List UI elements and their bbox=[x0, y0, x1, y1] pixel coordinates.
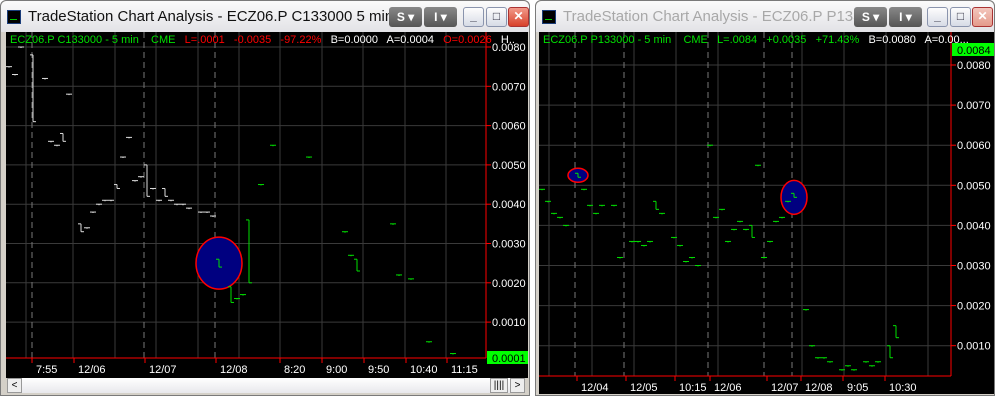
horizontal-scrollbar[interactable]: < |||| > bbox=[7, 378, 525, 393]
high-price-truncated: H.. bbox=[500, 34, 515, 46]
time-axis-label: 11:15 bbox=[451, 364, 478, 376]
time-axis-label: 12/04 bbox=[581, 382, 609, 394]
last-price-label: 0.0084 bbox=[957, 45, 991, 57]
price-axis-label: 0.0030 bbox=[492, 239, 526, 251]
maximize-button[interactable]: □ bbox=[486, 7, 507, 27]
last-price: L=.0084 bbox=[717, 34, 758, 46]
scroll-thumb[interactable]: |||| bbox=[490, 378, 508, 393]
s-dropdown-button[interactable]: S ▾ bbox=[389, 7, 422, 27]
title-bar[interactable]: TradeStation Chart Analysis - ECZ06.P P1… bbox=[536, 1, 994, 32]
scroll-right-button[interactable]: > bbox=[510, 378, 525, 393]
i-dropdown-button[interactable]: I ▾ bbox=[889, 7, 922, 27]
time-axis-label: 7:55 bbox=[36, 364, 57, 376]
ask-price: A=0.0004 bbox=[386, 34, 434, 46]
time-axis-label: 12/08 bbox=[220, 364, 248, 376]
right-chart-canvas[interactable]: 0.0080 0.0070 0.0060 0.0050 0.0040 0.0030 0.00… bbox=[539, 32, 994, 394]
price-axis-label: 0.0020 bbox=[492, 278, 526, 290]
symbol-header: ECZ06.P C133000 - 5 min CME L=.0001 -0.0… bbox=[10, 34, 515, 46]
time-axis-label: 10:15 bbox=[679, 382, 707, 394]
price-axis-label: 0.0010 bbox=[492, 317, 526, 329]
price-axis-label: 0.0010 bbox=[957, 341, 991, 353]
i-dropdown-button[interactable]: I ▾ bbox=[424, 7, 457, 27]
bid-price: B=0.0000 bbox=[330, 34, 378, 46]
ask-price: A=0.00... bbox=[924, 34, 969, 46]
percent-change: -97.22% bbox=[280, 34, 322, 46]
price-axis-label: 0.0040 bbox=[957, 220, 991, 232]
left-chart-canvas[interactable]: 0.00800.00700.00600.00500.00400.00300.00… bbox=[6, 32, 528, 378]
price-axis-label: 0.0060 bbox=[957, 140, 991, 152]
time-axis-label: 12/08 bbox=[805, 382, 833, 394]
time-axis-label: 10:40 bbox=[410, 364, 438, 376]
right-price-chart[interactable]: 0.0080 0.0070 0.0060 0.0050 0.0040 0.0030 0.00… bbox=[539, 32, 994, 394]
exchange-label: CME bbox=[683, 34, 708, 46]
time-axis-label: 12/07 bbox=[771, 382, 799, 394]
net-change: -0.0035 bbox=[233, 34, 272, 46]
price-axis-label: 0.0070 bbox=[957, 100, 991, 112]
price-axis-label: 0.0080 bbox=[957, 60, 991, 72]
time-axis-label: 9:00 bbox=[326, 364, 347, 376]
close-button[interactable]: ✕ bbox=[972, 7, 993, 27]
price-axis-label: 0.0020 bbox=[957, 301, 991, 313]
symbol-label: ECZ06.P C133000 - 5 min bbox=[10, 34, 139, 46]
time-axis-label: 12/05 bbox=[630, 382, 658, 394]
chart-app-icon bbox=[7, 9, 21, 24]
price-axis-label: 0.0050 bbox=[492, 160, 526, 172]
symbol-header: ECZ06.P P133000 - 5 min CME L=.0084 +0.0… bbox=[543, 34, 969, 46]
open-price: O=0.0026 bbox=[443, 34, 492, 46]
window-title: TradeStation Chart Analysis - ECZ06.P C1… bbox=[28, 8, 410, 25]
left-price-chart[interactable]: 0.0080 0.0070 0.0060 0.0050 0.0040 0.0030 0.00… bbox=[6, 32, 528, 378]
close-button[interactable]: ✕ bbox=[508, 7, 529, 27]
scroll-left-button[interactable]: < bbox=[7, 378, 22, 393]
time-axis-label: 10:30 bbox=[889, 382, 917, 394]
time-axis-label: 12/06 bbox=[714, 382, 742, 394]
price-axis-label: 0.0040 bbox=[492, 199, 526, 211]
s-dropdown-button[interactable]: S ▾ bbox=[854, 7, 887, 27]
price-axis-label: 0.0060 bbox=[492, 121, 526, 133]
time-axis-label: 12/07 bbox=[149, 364, 177, 376]
maximize-button[interactable]: □ bbox=[950, 7, 971, 27]
right-chart-window: TradeStation Chart Analysis - ECZ06.P P1… bbox=[535, 0, 995, 396]
left-chart-window: TradeStation Chart Analysis - ECZ06.P C1… bbox=[0, 0, 530, 396]
minimize-button[interactable]: _ bbox=[463, 7, 484, 27]
chart-app-icon bbox=[542, 9, 556, 24]
price-axis-label: 0.0030 bbox=[957, 261, 991, 273]
minimize-button[interactable]: _ bbox=[927, 7, 948, 27]
time-axis-label: 12/06 bbox=[78, 364, 106, 376]
last-price: L=.0001 bbox=[184, 34, 225, 46]
price-axis-label: 0.0050 bbox=[957, 180, 991, 192]
exchange-label: CME bbox=[151, 34, 176, 46]
percent-change: +71.43% bbox=[815, 34, 860, 46]
window-title: TradeStation Chart Analysis - ECZ06.P P1… bbox=[563, 8, 874, 25]
price-axis-label: 0.0070 bbox=[492, 81, 526, 93]
time-axis-label: 8:20 bbox=[284, 364, 305, 376]
time-axis-label: 9:50 bbox=[368, 364, 389, 376]
symbol-label: ECZ06.P P133000 - 5 min bbox=[543, 34, 672, 46]
time-axis-label: 9:05 bbox=[847, 382, 868, 394]
last-price-label: 0.0001 bbox=[492, 353, 526, 365]
net-change: +0.0035 bbox=[766, 34, 807, 46]
bid-price: B=0.0080 bbox=[868, 34, 916, 46]
